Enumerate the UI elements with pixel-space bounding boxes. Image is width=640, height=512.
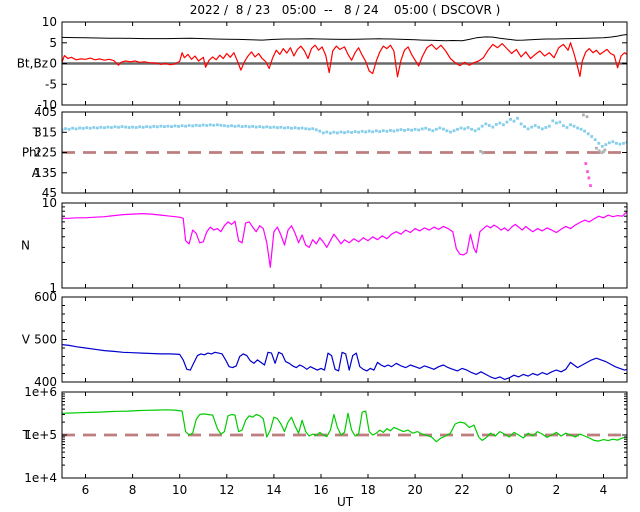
panel-density xyxy=(61,202,628,289)
y-tick-label: 5 xyxy=(49,36,57,50)
y-tick-label: -5 xyxy=(45,77,57,91)
y-tick-label: 10 xyxy=(42,196,57,210)
series-Phi-outliers xyxy=(584,162,592,187)
panel-label-Bt,Bz: Bt,Bz xyxy=(17,57,48,71)
series-T xyxy=(62,409,627,443)
series-Bz xyxy=(62,42,627,78)
x-axis-label: UT xyxy=(336,495,354,509)
panel-label-N: N xyxy=(21,239,30,253)
panel-label-A: A xyxy=(32,166,41,180)
y-tick-label: 600 xyxy=(34,290,57,304)
panel-label-V: V xyxy=(22,333,31,347)
series-Phi xyxy=(62,116,627,148)
y-tick-label: 1e+4 xyxy=(24,471,57,485)
chart-canvas: 1050-5-10Bt,Bz40531522513545TPhiA101N600… xyxy=(17,15,628,497)
dscovr-solar-wind-plot: 2022 / 8 / 23 05:00 -- 8 / 24 05:00 ( DS… xyxy=(0,0,640,512)
panel-speed xyxy=(61,296,628,383)
y-tick-label: 405 xyxy=(34,105,57,119)
series-Bt xyxy=(62,34,627,42)
y-tick-label: 0 xyxy=(49,57,57,71)
series-V xyxy=(62,344,627,380)
panel-label-T: T xyxy=(22,428,31,442)
y-tick-label: 1e+6 xyxy=(24,385,57,399)
y-tick-label: 500 xyxy=(34,333,57,347)
series-N xyxy=(62,211,627,268)
y-tick-label: 10 xyxy=(42,15,57,29)
panel-label-Phi: Phi xyxy=(22,146,40,160)
panel-label-T: T xyxy=(32,125,41,139)
